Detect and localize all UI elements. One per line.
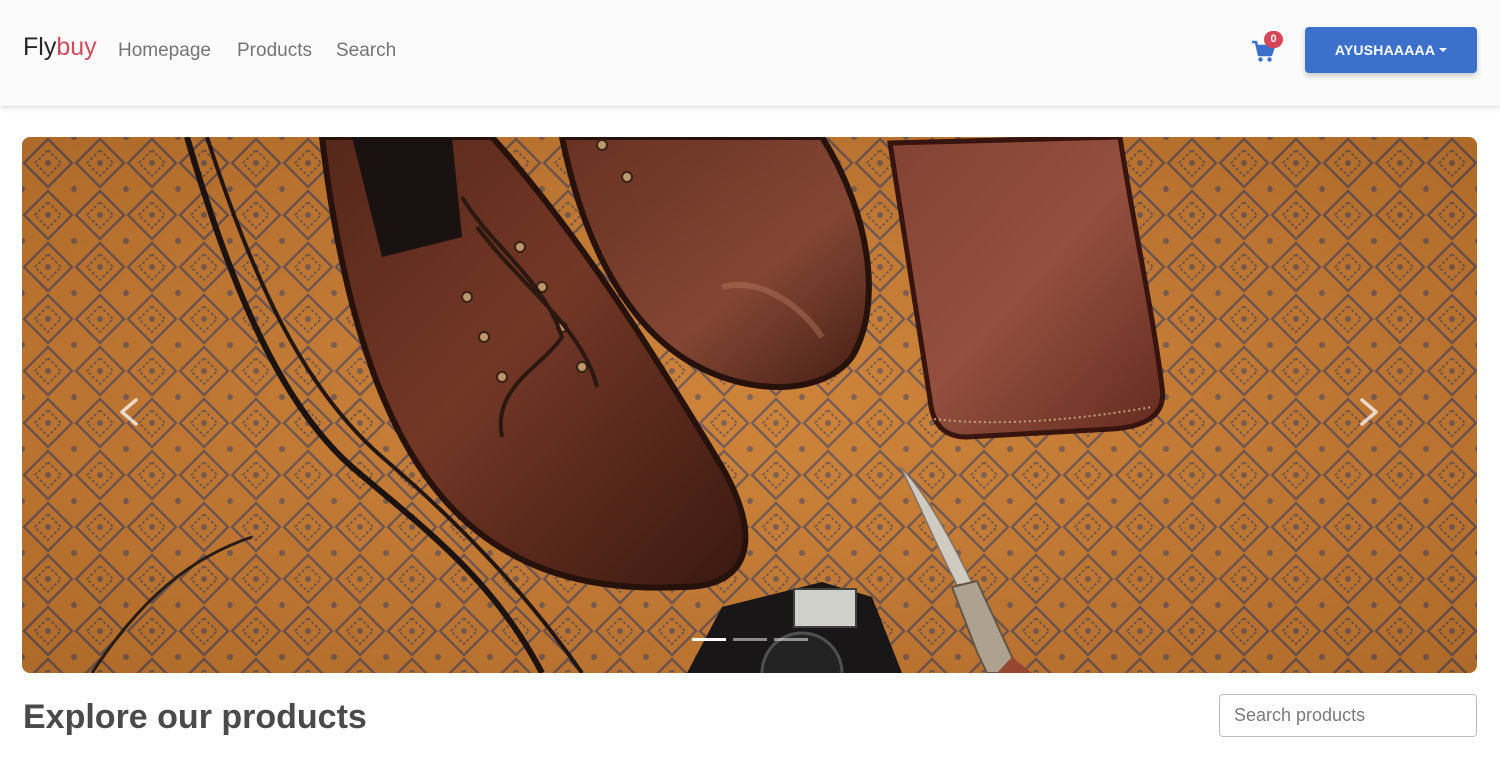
user-menu-button[interactable]: AYUSHAAAAA xyxy=(1305,27,1477,73)
carousel-indicator-1[interactable] xyxy=(692,638,726,641)
nav-link-products[interactable]: Products xyxy=(237,38,312,64)
nav-link-homepage[interactable]: Homepage xyxy=(118,38,211,64)
section-title: Explore our products xyxy=(23,698,367,736)
brand-text-buy: buy xyxy=(56,33,97,61)
carousel-indicator-2[interactable] xyxy=(733,638,767,641)
brand-text-fly: Fly xyxy=(23,33,57,61)
navbar: Flybuy Homepage Products Search 0 AYUSHA… xyxy=(0,0,1500,106)
carousel-slide-image xyxy=(22,137,1477,673)
carousel-indicator-3[interactable] xyxy=(774,638,808,641)
brand-logo[interactable]: Flybuy xyxy=(23,31,97,63)
carousel-prev-button[interactable] xyxy=(98,372,158,452)
carousel-next-button[interactable] xyxy=(1340,372,1400,452)
caret-down-icon xyxy=(1439,48,1448,52)
hero-carousel xyxy=(22,137,1477,673)
user-menu-label: AYUSHAAAAA xyxy=(1334,42,1436,58)
chevron-right-icon xyxy=(1360,398,1378,426)
cart-count-badge: 0 xyxy=(1264,31,1283,48)
chevron-left-icon xyxy=(120,398,138,426)
search-products-input[interactable] xyxy=(1219,694,1477,737)
nav-link-search[interactable]: Search xyxy=(336,38,396,64)
